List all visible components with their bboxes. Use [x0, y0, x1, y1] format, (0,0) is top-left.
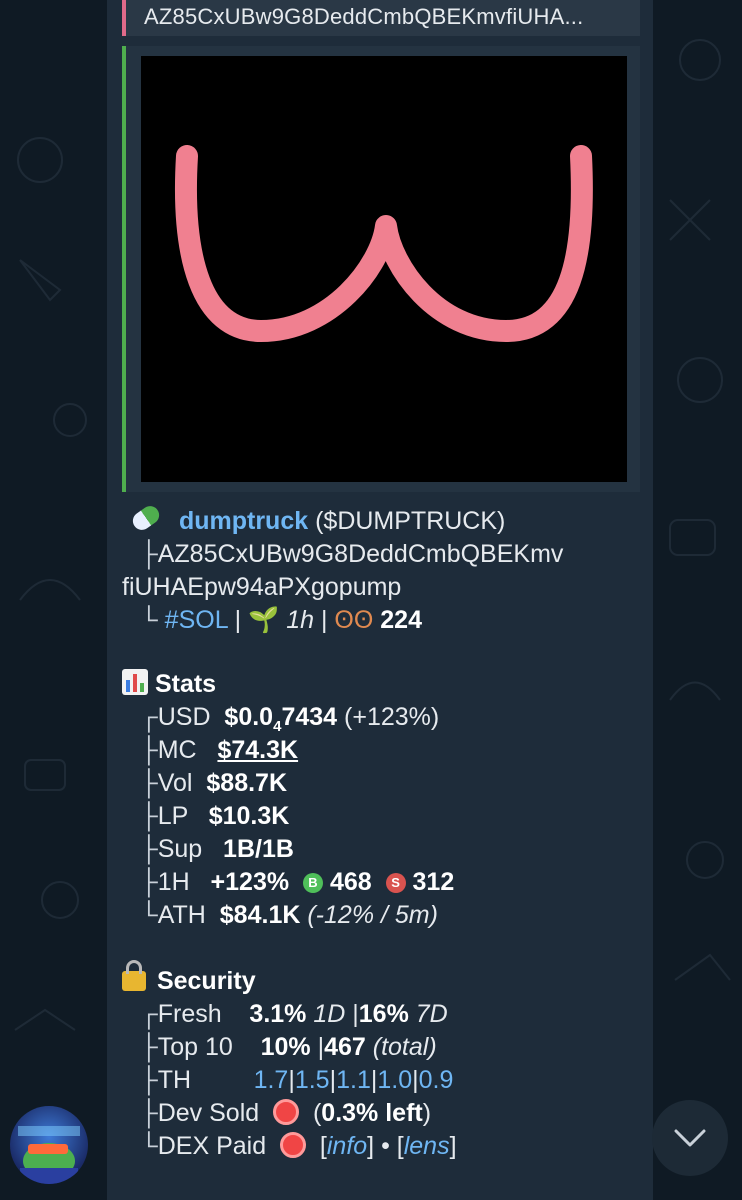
- sec-th: ├TH 1.7|1.5|1.1|1.0|0.9: [140, 1066, 454, 1094]
- meta-line: └ #SOL | 🌱 1h | ʘʘ 224: [140, 604, 422, 637]
- stat-mc: ├MC $74.3K: [140, 736, 299, 764]
- fresh-1d: 3.1%: [249, 1000, 307, 1028]
- chain-hashtag[interactable]: #SOL: [165, 606, 228, 634]
- sup-label: Sup: [157, 835, 203, 863]
- sec-fresh: ┌Fresh 3.1% 1D |16% 7D: [140, 1000, 448, 1028]
- scroll-down-button[interactable]: [652, 1100, 728, 1176]
- sells-count: 312: [412, 868, 455, 896]
- frog-avatar-icon: [18, 1126, 80, 1184]
- usd-value: $0.047434: [224, 703, 338, 735]
- top10-total: 467: [324, 1033, 366, 1061]
- h1-label: 1H: [157, 868, 190, 896]
- seedling-icon: 🌱: [248, 606, 280, 634]
- dev-left-pct[interactable]: 0.3% left: [321, 1099, 422, 1127]
- ath-value: $84.1K: [219, 901, 301, 929]
- address-part2[interactable]: fiUHAEpw94aPXgopump: [122, 573, 401, 601]
- th-value-5[interactable]: 0.9: [419, 1066, 454, 1094]
- dev-sold-label: Dev Sold: [157, 1099, 260, 1127]
- tree-end: └: [140, 606, 158, 634]
- red-circle-icon: [273, 1099, 300, 1125]
- separator: |: [320, 606, 328, 634]
- fresh-label: Fresh: [157, 1000, 222, 1028]
- sec-dex-paid: └DEX Paid [info] • [lens]: [140, 1132, 457, 1160]
- vol-label: Vol: [157, 769, 193, 797]
- separator: |: [234, 606, 242, 634]
- lock-icon: [122, 960, 146, 991]
- address-part1[interactable]: AZ85CxUBw9G8DeddCmbQBEKmv: [158, 540, 564, 568]
- dex-lens-link[interactable]: lens: [404, 1132, 450, 1160]
- h1-change: +123%: [210, 868, 290, 896]
- token-ticker: ($DUMPTRUCK): [315, 507, 506, 535]
- address-line-1: ├AZ85CxUBw9G8DeddCmbQBEKmv: [140, 538, 563, 571]
- security-heading: Security: [156, 967, 256, 995]
- reply-preview[interactable]: AZ85CxUBw9G8DeddCmbQBEKmvfiUHA...: [122, 0, 640, 36]
- stat-sup: ├Sup 1B/1B: [140, 835, 294, 863]
- stats-heading: Stats: [154, 670, 217, 698]
- lp-label: LP: [157, 802, 188, 830]
- top10-label: Top 10: [157, 1033, 233, 1061]
- stat-lp: ├LP $10.3K: [140, 802, 290, 830]
- mc-label: MC: [157, 736, 197, 764]
- security-heading-line: Security: [122, 960, 256, 998]
- sell-badge-icon: S: [385, 873, 406, 893]
- usd-label: USD: [157, 703, 211, 731]
- reply-text: AZ85CxUBw9G8DeddCmbQBEKmvfiUHA...: [144, 4, 584, 29]
- tree-branch: ├: [140, 540, 158, 568]
- top10-pct: 10%: [260, 1033, 311, 1061]
- top10-total-unit: (total): [372, 1033, 437, 1061]
- th-value-3[interactable]: 1.1: [336, 1066, 371, 1094]
- stat-1h: ├1H +123% B 468 S 312: [140, 868, 455, 896]
- th-label: TH: [157, 1066, 192, 1094]
- fresh-1d-unit: 1D: [313, 1000, 346, 1028]
- eyes-icon: ʘʘ: [334, 606, 374, 634]
- stat-vol: ├Vol $88.7K: [140, 769, 288, 797]
- sec-top10: ├Top 10 10% |467 (total): [140, 1033, 437, 1061]
- buy-badge-icon: B: [302, 873, 323, 893]
- fresh-7d-unit: 7D: [415, 1000, 448, 1028]
- vol-value: $88.7K: [206, 769, 288, 797]
- buys-count: 468: [329, 868, 372, 896]
- token-image[interactable]: [141, 56, 627, 482]
- sup-value: 1B/1B: [223, 835, 294, 863]
- usd-change: (+123%): [344, 703, 440, 731]
- address-line-2: fiUHAEpw94aPXgopump: [122, 571, 401, 604]
- pill-icon: [129, 502, 163, 534]
- dex-info-link[interactable]: info: [327, 1132, 367, 1160]
- ath-note: (-12% / 5m): [307, 901, 438, 929]
- token-name-link[interactable]: dumptruck: [179, 507, 308, 535]
- stats-heading-line: Stats: [122, 668, 216, 701]
- token-title-line: dumptruck ($DUMPTRUCK): [129, 502, 506, 538]
- stat-ath: └ATH $84.1K (-12% / 5m): [140, 901, 438, 929]
- fresh-7d: 16%: [358, 1000, 409, 1028]
- chevron-down-icon: [674, 1129, 706, 1147]
- age-value: 1h: [286, 606, 314, 634]
- red-circle-icon: [280, 1132, 307, 1158]
- th-value-1[interactable]: 1.7: [254, 1066, 289, 1094]
- th-value-2[interactable]: 1.5: [295, 1066, 330, 1094]
- mc-value[interactable]: $74.3K: [217, 736, 298, 764]
- lp-value: $10.3K: [208, 802, 290, 830]
- dex-paid-label: DEX Paid: [157, 1132, 267, 1160]
- sec-dev-sold: ├Dev Sold (0.3% left): [140, 1099, 432, 1127]
- sender-avatar[interactable]: [10, 1106, 88, 1184]
- th-value-4[interactable]: 1.0: [377, 1066, 412, 1094]
- ath-label: ATH: [157, 901, 206, 929]
- views-count: 224: [380, 606, 422, 634]
- pink-curve-image: [174, 145, 593, 342]
- bar-chart-icon: [122, 669, 148, 695]
